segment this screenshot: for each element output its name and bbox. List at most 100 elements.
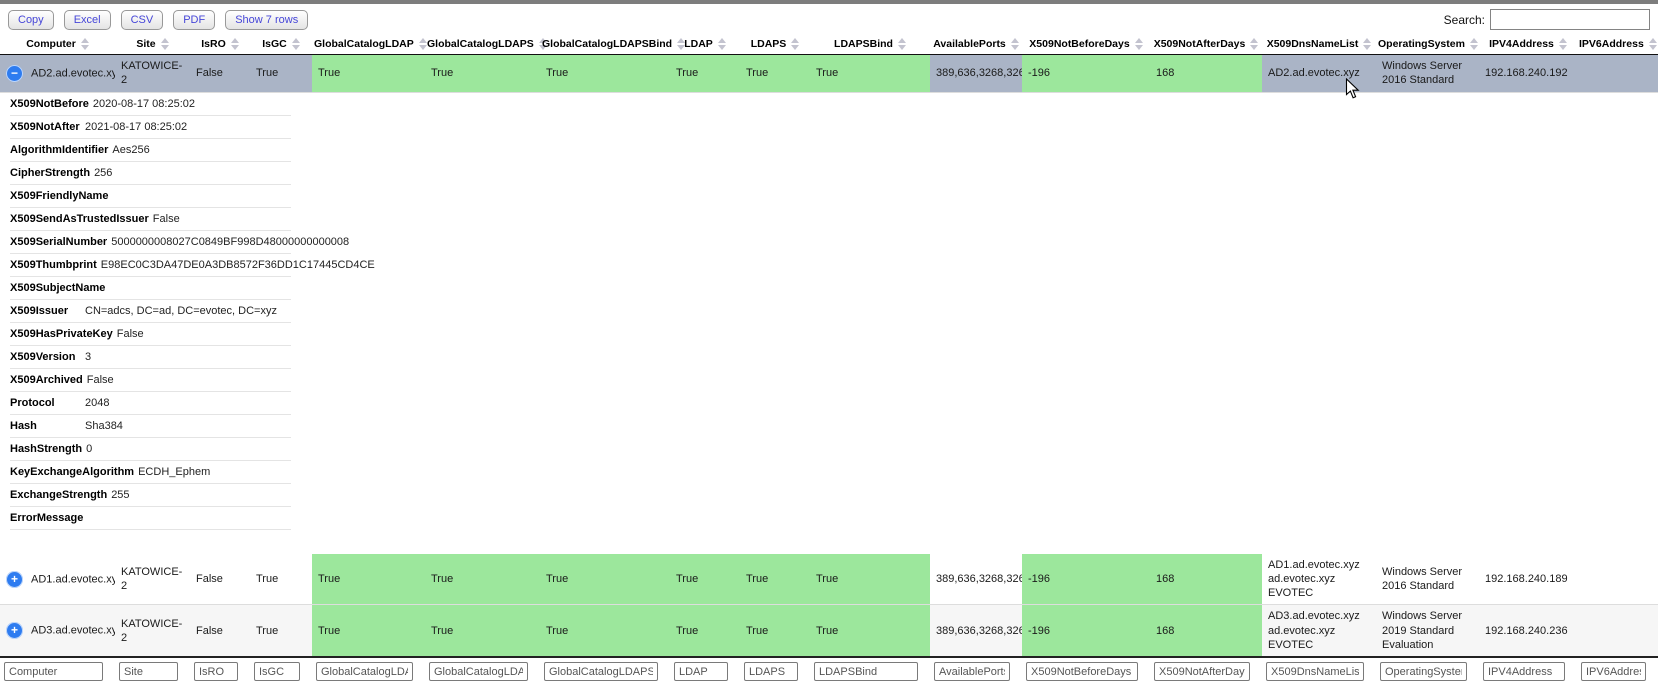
filter-cell bbox=[1376, 657, 1479, 685]
pdf-button[interactable]: PDF bbox=[173, 10, 215, 30]
column-header-isgc[interactable]: IsGC bbox=[250, 34, 312, 55]
excel-button[interactable]: Excel bbox=[64, 10, 111, 30]
detail-label: X509SubjectName bbox=[10, 277, 105, 299]
expand-row-icon[interactable]: + bbox=[6, 571, 23, 588]
column-header-label: OperatingSystem bbox=[1378, 38, 1465, 50]
cell-ldapsbind: True bbox=[810, 55, 930, 93]
filter-input-x509dnsnamelist[interactable] bbox=[1266, 662, 1364, 681]
filter-input-globalcatalogldapsbind[interactable] bbox=[544, 662, 658, 681]
filter-input-x509notbeforedays[interactable] bbox=[1026, 662, 1138, 681]
sort-arrows-icon[interactable] bbox=[419, 38, 427, 50]
detail-item: CipherStrength256 bbox=[10, 162, 291, 185]
filter-cell bbox=[1262, 657, 1376, 685]
filter-input-globalcatalogldaps[interactable] bbox=[429, 662, 528, 681]
sort-arrows-icon[interactable] bbox=[231, 38, 239, 50]
detail-value: 0 bbox=[86, 443, 92, 455]
filter-cell bbox=[1150, 657, 1262, 685]
detail-label: X509NotBefore bbox=[10, 93, 89, 115]
sort-arrows-icon[interactable] bbox=[1363, 38, 1371, 50]
table-row[interactable]: −AD2.ad.evotec.xyzKATOWICE-2FalseTrueTru… bbox=[0, 55, 1658, 93]
cell-globalcatalogldaps: True bbox=[425, 55, 540, 93]
sort-arrows-icon[interactable] bbox=[898, 38, 906, 50]
expand-row-icon[interactable]: + bbox=[6, 622, 23, 639]
filter-input-ldap[interactable] bbox=[674, 662, 728, 681]
sort-arrows-icon[interactable] bbox=[1470, 38, 1478, 50]
computer-name: AD3.ad.evotec.xyz bbox=[31, 625, 115, 637]
filter-input-globalcatalogldap[interactable] bbox=[316, 662, 413, 681]
table-row[interactable]: +AD1.ad.evotec.xyzKATOWICE-2FalseTrueTru… bbox=[0, 554, 1658, 605]
copy-button[interactable]: Copy bbox=[8, 10, 54, 30]
filter-input-isro[interactable] bbox=[194, 662, 238, 681]
cell-ipv6address bbox=[1577, 55, 1658, 93]
filter-cell bbox=[740, 657, 810, 685]
detail-label: ErrorMessage bbox=[10, 507, 83, 529]
filter-input-operatingsystem[interactable] bbox=[1380, 662, 1467, 681]
filter-input-isgc[interactable] bbox=[254, 662, 300, 681]
column-header-availableports[interactable]: AvailablePorts bbox=[930, 34, 1022, 55]
cell-isro: False bbox=[190, 554, 250, 605]
sort-arrows-icon[interactable] bbox=[718, 38, 726, 50]
column-header-computer[interactable]: Computer bbox=[0, 34, 115, 55]
filter-input-ldapsbind[interactable] bbox=[814, 662, 918, 681]
column-filter-row bbox=[0, 657, 1658, 685]
column-header-globalcatalogldaps[interactable]: GlobalCatalogLDAPS bbox=[425, 34, 540, 55]
column-header-label: GlobalCatalogLDAPSBind bbox=[542, 38, 672, 50]
detail-item: ErrorMessage bbox=[10, 507, 291, 530]
cell-computer: +AD1.ad.evotec.xyz bbox=[0, 554, 115, 605]
detail-item: X509SubjectName bbox=[10, 277, 291, 300]
detail-value: E98EC0C3DA47DE0A3DB8572F36DD1C17445CD4CE bbox=[101, 259, 375, 271]
column-header-ipv6address[interactable]: IPV6Address bbox=[1577, 34, 1658, 55]
sort-arrows-icon[interactable] bbox=[81, 38, 89, 50]
detail-label: Protocol bbox=[10, 392, 81, 414]
cell-globalcatalogldaps: True bbox=[425, 605, 540, 657]
column-header-ldaps[interactable]: LDAPS bbox=[740, 34, 810, 55]
collapse-row-icon[interactable]: − bbox=[6, 65, 23, 82]
sort-arrows-icon[interactable] bbox=[161, 38, 169, 50]
column-header-x509notbeforedays[interactable]: X509NotBeforeDays bbox=[1022, 34, 1150, 55]
column-header-x509dnsnamelist[interactable]: X509DnsNameList bbox=[1262, 34, 1376, 55]
column-header-site[interactable]: Site bbox=[115, 34, 190, 55]
search-input[interactable] bbox=[1490, 9, 1650, 30]
cell-ldapsbind: True bbox=[810, 554, 930, 605]
filter-input-availableports[interactable] bbox=[934, 662, 1010, 681]
filter-input-ipv4address[interactable] bbox=[1483, 662, 1565, 681]
column-header-ipv4address[interactable]: IPV4Address bbox=[1479, 34, 1577, 55]
sort-arrows-icon[interactable] bbox=[1649, 38, 1657, 50]
cell-globalcatalogldapsbind: True bbox=[540, 605, 670, 657]
filter-input-site[interactable] bbox=[119, 662, 178, 681]
column-header-isro[interactable]: IsRO bbox=[190, 34, 250, 55]
table-row[interactable]: +AD3.ad.evotec.xyzKATOWICE-2FalseTrueTru… bbox=[0, 605, 1658, 657]
detail-item: ExchangeStrength255 bbox=[10, 484, 291, 507]
column-header-operatingsystem[interactable]: OperatingSystem bbox=[1376, 34, 1479, 55]
detail-value: 2020-08-17 08:25:02 bbox=[93, 98, 195, 110]
sort-arrows-icon[interactable] bbox=[292, 38, 300, 50]
column-header-globalcatalogldap[interactable]: GlobalCatalogLDAP bbox=[312, 34, 425, 55]
column-header-label: LDAPS bbox=[751, 38, 787, 50]
cell-ipv6address bbox=[1577, 605, 1658, 657]
filter-input-ipv6address[interactable] bbox=[1581, 662, 1646, 681]
sort-arrows-icon[interactable] bbox=[1559, 38, 1567, 50]
column-header-label: GlobalCatalogLDAP bbox=[314, 38, 414, 50]
cell-ldap: True bbox=[670, 554, 740, 605]
sort-arrows-icon[interactable] bbox=[1011, 38, 1019, 50]
csv-button[interactable]: CSV bbox=[121, 10, 164, 30]
cell-ldaps: True bbox=[740, 554, 810, 605]
sort-arrows-icon[interactable] bbox=[1135, 38, 1143, 50]
detail-item: X509FriendlyName bbox=[10, 185, 291, 208]
sort-arrows-icon[interactable] bbox=[1250, 38, 1258, 50]
detail-item: X509HasPrivateKeyFalse bbox=[10, 323, 291, 346]
column-header-globalcatalogldapsbind[interactable]: GlobalCatalogLDAPSBind bbox=[540, 34, 670, 55]
cell-globalcatalogldap: True bbox=[312, 605, 425, 657]
cell-x509notbeforedays: -196 bbox=[1022, 605, 1150, 657]
column-header-label: IPV6Address bbox=[1579, 38, 1644, 50]
page-length-button[interactable]: Show 7 rows bbox=[225, 10, 308, 30]
cell-computer: + AD3.ad.evotec.xyz bbox=[0, 605, 115, 657]
filter-cell bbox=[1022, 657, 1150, 685]
column-header-x509notafterdays[interactable]: X509NotAfterDays bbox=[1150, 34, 1262, 55]
filter-input-computer[interactable] bbox=[4, 662, 103, 681]
filter-input-ldaps[interactable] bbox=[744, 662, 798, 681]
filter-input-x509notafterdays[interactable] bbox=[1154, 662, 1250, 681]
cell-x509dnsnamelist: AD3.ad.evotec.xyz ad.evotec.xyz EVOTEC bbox=[1262, 605, 1376, 657]
column-header-ldapsbind[interactable]: LDAPSBind bbox=[810, 34, 930, 55]
sort-arrows-icon[interactable] bbox=[791, 38, 799, 50]
